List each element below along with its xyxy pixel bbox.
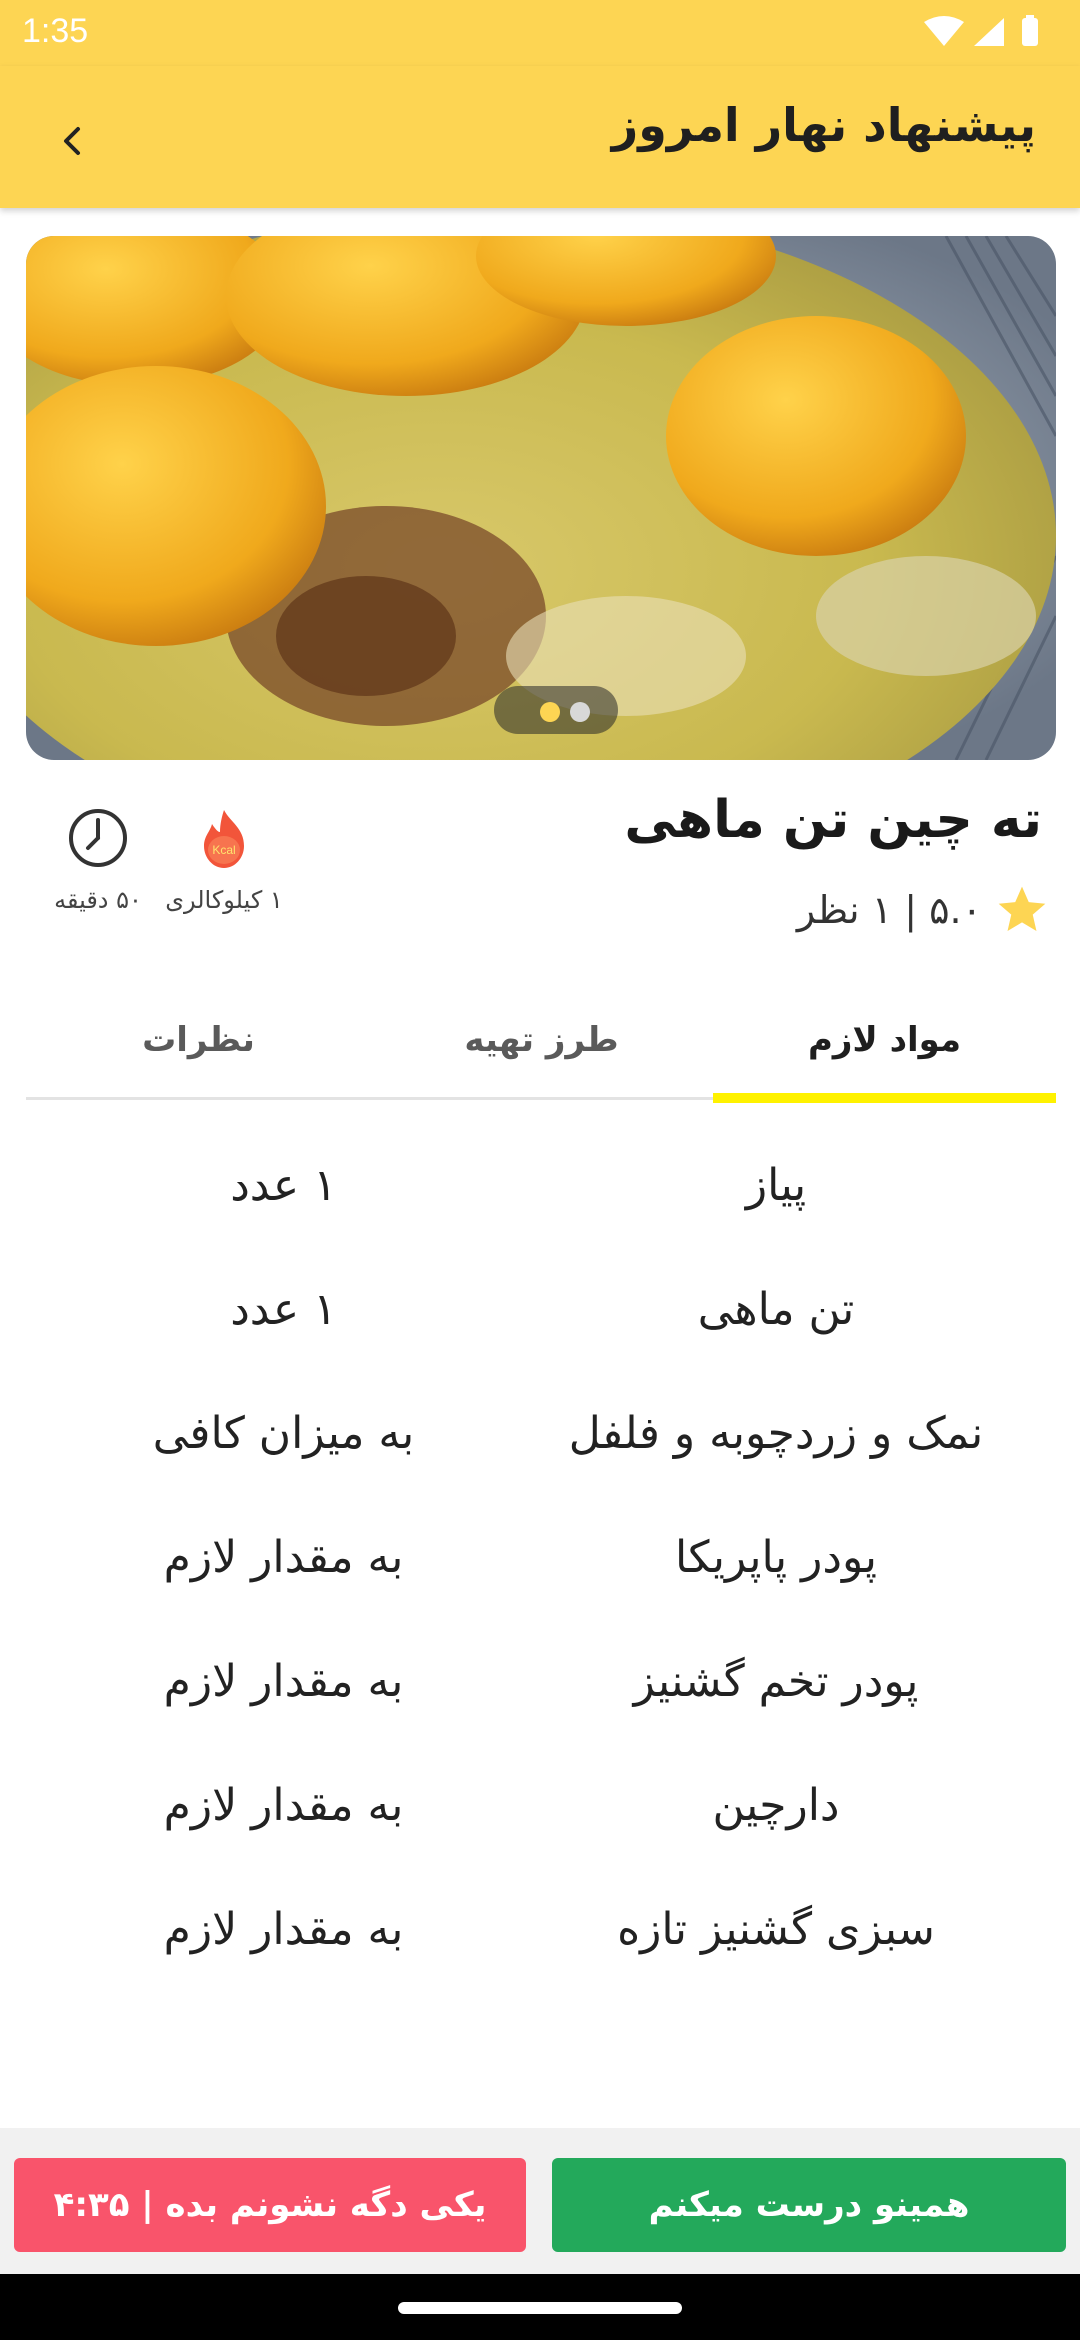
ingredient-quantity: به مقدار لازم (163, 1904, 404, 1955)
tab-ingredients[interactable]: مواد لازم (713, 980, 1056, 1103)
rating-row: ۵.۰ | ۱ نظر (797, 880, 1050, 940)
list-item: پودر تخم گشنیز به مقدار لازم (26, 1626, 1056, 1750)
carousel-dot-active[interactable] (540, 702, 560, 722)
confirm-recipe-button[interactable]: همینو درست میکنم (552, 2158, 1066, 2252)
show-another-button[interactable]: یکی دگه نشونم بده | ۴:۳۵ (14, 2158, 526, 2252)
list-item: تن ماهی ۱ عدد (26, 1254, 1056, 1378)
recipe-tabs: مواد لازم طرز تهیه نظرات (26, 980, 1056, 1103)
list-item: پودر پاپریکا به مقدار لازم (26, 1502, 1056, 1626)
status-time: 1:35 (22, 12, 89, 50)
list-item: سبزی گشنیز تازه به مقدار لازم (26, 1874, 1056, 1998)
ingredient-name: تن ماهی (697, 1284, 855, 1335)
kcal-flame-icon: Kcal (204, 810, 244, 868)
wifi-icon (924, 16, 964, 46)
ingredient-quantity: ۱ عدد (230, 1160, 337, 1211)
rating-text: ۵.۰ | ۱ نظر (796, 888, 982, 932)
recipe-image-carousel[interactable] (26, 236, 1056, 760)
status-icons (924, 15, 1038, 46)
recipe-title: ته چین تن ماهی (624, 790, 1042, 850)
app-bar: پیشنهاد نهار امروز (0, 66, 1080, 208)
carousel-dot[interactable] (570, 702, 590, 722)
ingredient-quantity: به مقدار لازم (163, 1780, 404, 1831)
clock-icon (69, 809, 127, 867)
ingredient-quantity: به مقدار لازم (163, 1532, 404, 1583)
kcal-icon-text: Kcal (212, 843, 235, 857)
carousel-indicator (494, 686, 618, 734)
list-item: دارچین به مقدار لازم (26, 1750, 1056, 1874)
ingredient-quantity: ۱ عدد (230, 1284, 337, 1335)
recipe-image (26, 236, 1056, 760)
time-stat: ۵۰ دقیقه (48, 806, 148, 914)
page-title: پیشنهاد نهار امروز (611, 98, 1036, 152)
bottom-action-bar: همینو درست میکنم یکی دگه نشونم بده | ۴:۳… (0, 2128, 1080, 2274)
star-icon (998, 886, 1046, 931)
ingredients-list: پیاز ۱ عدد تن ماهی ۱ عدد نمک و زردچوبه و… (26, 1130, 1056, 1998)
calories-label: ۱ کیلوکالری (165, 886, 283, 914)
ingredient-quantity: به مقدار لازم (163, 1656, 404, 1707)
battery-icon (1022, 18, 1038, 46)
status-bar: 1:35 (0, 0, 1080, 66)
signal-icon (974, 18, 1004, 46)
back-button[interactable] (38, 106, 108, 176)
tab-preparation[interactable]: طرز تهیه (370, 980, 713, 1100)
tab-comments[interactable]: نظرات (27, 980, 370, 1100)
ingredient-name: دارچین (712, 1780, 840, 1831)
list-item: پیاز ۱ عدد (26, 1130, 1056, 1254)
system-nav-bar (0, 2274, 1080, 2340)
ingredient-name: نمک و زردچوبه و فلفل (568, 1408, 984, 1459)
time-label: ۵۰ دقیقه (54, 886, 142, 914)
ingredient-name: پیاز (745, 1160, 807, 1211)
ingredient-quantity: به میزان کافی (152, 1408, 415, 1459)
home-gesture-handle[interactable] (398, 2302, 682, 2314)
list-item: نمک و زردچوبه و فلفل به میزان کافی (26, 1378, 1056, 1502)
ingredient-name: پودر پاپریکا (675, 1532, 877, 1583)
calories-stat: Kcal ۱ کیلوکالری (164, 806, 284, 914)
chevron-left-icon (64, 127, 80, 155)
ingredient-name: سبزی گشنیز تازه (617, 1904, 935, 1955)
ingredient-name: پودر تخم گشنیز (633, 1656, 919, 1707)
